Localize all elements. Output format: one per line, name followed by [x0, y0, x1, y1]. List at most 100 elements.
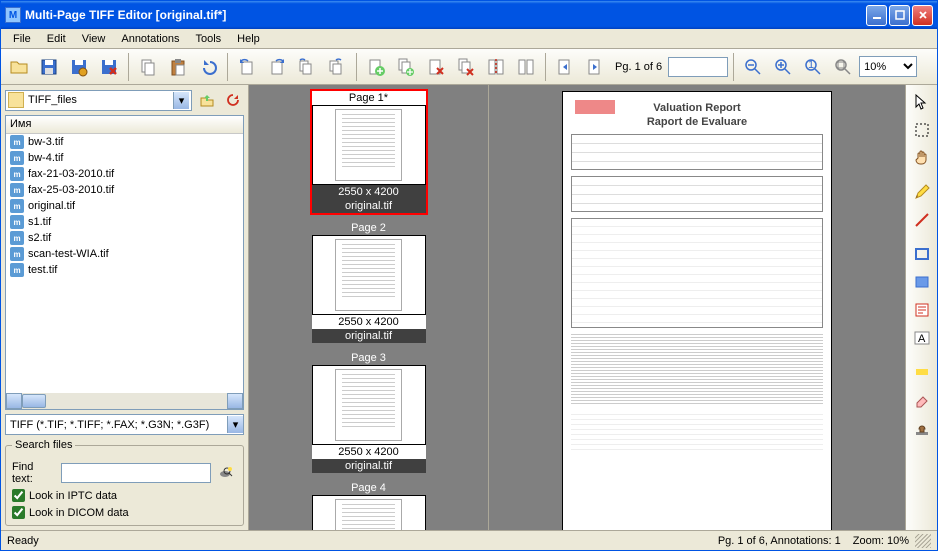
- rect-fill-tool[interactable]: [909, 269, 935, 295]
- search-files-group: Search files Find text: Look in IPTC dat…: [5, 439, 244, 526]
- next-page-button[interactable]: [581, 53, 609, 81]
- remove-page-button[interactable]: [422, 53, 450, 81]
- text-tool[interactable]: A: [909, 325, 935, 351]
- refresh-button[interactable]: [222, 89, 244, 111]
- h-scrollbar[interactable]: [6, 393, 243, 409]
- zoom-actual-button[interactable]: 1: [799, 53, 827, 81]
- look-iptc-checkbox[interactable]: Look in IPTC data: [12, 489, 237, 502]
- status-ready: Ready: [7, 535, 718, 547]
- look-dicom-checkbox[interactable]: Look in DICOM data: [12, 506, 237, 519]
- resize-grip[interactable]: [915, 534, 931, 548]
- save-page-button[interactable]: [65, 53, 93, 81]
- file-item[interactable]: ms1.tif: [6, 214, 243, 230]
- select-area-tool[interactable]: [909, 117, 935, 143]
- stamp-annotation: [575, 100, 615, 114]
- page-input[interactable]: [668, 57, 728, 77]
- rotate-all-left-button[interactable]: [293, 53, 321, 81]
- line-tool[interactable]: [909, 207, 935, 233]
- svg-text:A: A: [918, 333, 926, 345]
- copy-button[interactable]: [134, 53, 162, 81]
- menu-file[interactable]: File: [5, 31, 39, 47]
- remove-pages-button[interactable]: [452, 53, 480, 81]
- search-button[interactable]: [215, 462, 237, 484]
- menu-edit[interactable]: Edit: [39, 31, 74, 47]
- zoom-out-button[interactable]: [739, 53, 767, 81]
- file-icon: m: [10, 135, 24, 149]
- file-list: Имя mbw-3.tifmbw-4.tifmfax-21-03-2010.ti…: [5, 115, 244, 410]
- zoom-select[interactable]: 10%: [859, 56, 917, 77]
- note-tool[interactable]: [909, 297, 935, 323]
- file-name: test.tif: [28, 264, 57, 276]
- page-preview[interactable]: Valuation Report Raport de Evaluare: [489, 85, 905, 530]
- save-button[interactable]: [35, 53, 63, 81]
- close-button[interactable]: [912, 5, 933, 26]
- zoom-fit-button[interactable]: [829, 53, 857, 81]
- prev-page-button[interactable]: [551, 53, 579, 81]
- pointer-tool[interactable]: [909, 89, 935, 115]
- add-pages-button[interactable]: [392, 53, 420, 81]
- folder-icon: [8, 92, 24, 108]
- thumb-image: [312, 495, 426, 530]
- file-name: fax-21-03-2010.tif: [28, 168, 114, 180]
- rotate-all-right-button[interactable]: [323, 53, 351, 81]
- svg-text:1: 1: [808, 59, 814, 71]
- rotate-right-button[interactable]: [263, 53, 291, 81]
- chevron-down-icon[interactable]: ▾: [173, 92, 189, 109]
- merge-button[interactable]: [512, 53, 540, 81]
- file-name: bw-4.tif: [28, 152, 63, 164]
- thumb-image: [312, 235, 426, 315]
- file-item[interactable]: mscan-test-WIA.tif: [6, 246, 243, 262]
- thumb-filename: original.tif: [312, 459, 426, 473]
- rect-outline-tool[interactable]: [909, 241, 935, 267]
- file-item[interactable]: mfax-25-03-2010.tif: [6, 182, 243, 198]
- file-type-filter[interactable]: TIFF (*.TIF; *.TIFF; *.FAX; *.G3N; *.G3F…: [5, 414, 244, 435]
- menu-help[interactable]: Help: [229, 31, 268, 47]
- delete-page-button[interactable]: [95, 53, 123, 81]
- find-text-label: Find text:: [12, 461, 57, 485]
- file-item[interactable]: mbw-3.tif: [6, 134, 243, 150]
- find-text-input[interactable]: [61, 463, 211, 483]
- thumbnail[interactable]: Page 22550 x 4200original.tif: [310, 219, 428, 345]
- thumb-dimensions: 2550 x 4200: [312, 315, 426, 329]
- chevron-down-icon[interactable]: ▾: [227, 416, 243, 433]
- window-title: Multi-Page TIFF Editor [original.tif*]: [25, 8, 866, 22]
- file-icon: m: [10, 231, 24, 245]
- thumb-dimensions: 2550 x 4200: [312, 185, 426, 199]
- folder-name: TIFF_files: [28, 94, 77, 106]
- file-item[interactable]: moriginal.tif: [6, 198, 243, 214]
- minimize-button[interactable]: [866, 5, 887, 26]
- thumbnail[interactable]: Page 4: [310, 479, 428, 530]
- folder-up-button[interactable]: [196, 89, 218, 111]
- file-name: scan-test-WIA.tif: [28, 248, 109, 260]
- file-browser-panel: TIFF_files ▾ Имя mbw-3.tifmbw-4.tifmfax-…: [1, 85, 249, 530]
- zoom-in-button[interactable]: [769, 53, 797, 81]
- search-legend: Search files: [12, 439, 75, 451]
- eraser-tool[interactable]: [909, 387, 935, 413]
- add-page-button[interactable]: [362, 53, 390, 81]
- menu-tools[interactable]: Tools: [187, 31, 229, 47]
- highlight-tool[interactable]: [909, 359, 935, 385]
- file-item[interactable]: ms2.tif: [6, 230, 243, 246]
- hand-tool[interactable]: [909, 145, 935, 171]
- file-name: original.tif: [28, 200, 75, 212]
- file-icon: m: [10, 151, 24, 165]
- file-icon: m: [10, 183, 24, 197]
- split-button[interactable]: [482, 53, 510, 81]
- open-button[interactable]: [5, 53, 33, 81]
- pencil-tool[interactable]: [909, 179, 935, 205]
- folder-combo[interactable]: TIFF_files ▾: [5, 90, 192, 111]
- maximize-button[interactable]: [889, 5, 910, 26]
- thumbnail[interactable]: Page 1*2550 x 4200original.tif: [310, 89, 428, 215]
- undo-button[interactable]: [194, 53, 222, 81]
- paste-button[interactable]: [164, 53, 192, 81]
- file-item[interactable]: m bw-4.tif: [6, 150, 243, 166]
- menu-annotations[interactable]: Annotations: [113, 31, 187, 47]
- file-item[interactable]: mtest.tif: [6, 262, 243, 278]
- file-item[interactable]: mfax-21-03-2010.tif: [6, 166, 243, 182]
- column-header-name[interactable]: Имя: [6, 116, 243, 134]
- stamp-tool[interactable]: [909, 415, 935, 441]
- thumbnail[interactable]: Page 32550 x 4200original.tif: [310, 349, 428, 475]
- filter-text: TIFF (*.TIF; *.TIFF; *.FAX; *.G3N; *.G3F…: [10, 419, 227, 431]
- menu-view[interactable]: View: [74, 31, 114, 47]
- rotate-left-button[interactable]: [233, 53, 261, 81]
